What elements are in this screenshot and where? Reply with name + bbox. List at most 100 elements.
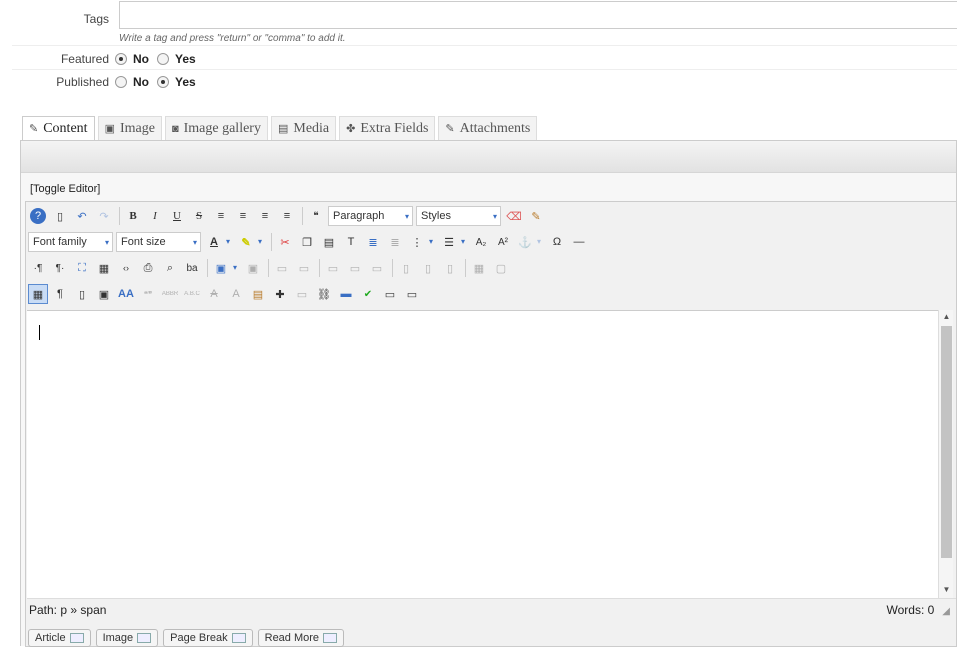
tab-extra-fields[interactable]: ✤ Extra Fields: [339, 116, 436, 140]
tab-attachments[interactable]: ✎ Attachments: [438, 116, 538, 140]
published-yes-radio[interactable]: [157, 76, 169, 88]
scroll-down-icon[interactable]: ▼: [939, 585, 954, 594]
link-icon[interactable]: ⛓: [314, 284, 334, 304]
paste-icon[interactable]: ▤: [319, 232, 339, 252]
font-size-select[interactable]: Font size ▾: [116, 232, 201, 252]
underline-icon[interactable]: U: [167, 206, 187, 226]
delete-col-icon[interactable]: ▯: [440, 258, 460, 278]
chevron-down-icon[interactable]: ▾: [233, 258, 241, 278]
cut-icon[interactable]: ✂: [275, 232, 295, 252]
layer-icon[interactable]: ✚: [270, 284, 290, 304]
attributes-icon[interactable]: ▤: [248, 284, 268, 304]
readmore-icon[interactable]: ▭: [402, 284, 422, 304]
featured-no-option[interactable]: No: [115, 52, 149, 66]
align-center-icon[interactable]: ≡: [233, 206, 253, 226]
redo-icon[interactable]: ↷: [94, 206, 114, 226]
row-before-icon[interactable]: ▭: [323, 258, 343, 278]
insert-image-icon[interactable]: ▣: [94, 284, 114, 304]
styles-select[interactable]: Styles ▾: [416, 206, 501, 226]
superscript-icon[interactable]: A²: [493, 232, 513, 252]
col-after-icon[interactable]: ▯: [418, 258, 438, 278]
format-select[interactable]: Paragraph ▾: [328, 206, 413, 226]
spellcheck-icon[interactable]: ✔: [358, 284, 378, 304]
cell-props-icon[interactable]: ▭: [294, 258, 314, 278]
table-icon[interactable]: ▣: [211, 258, 231, 278]
delete-row-icon[interactable]: ▭: [367, 258, 387, 278]
code-icon[interactable]: ‹›: [116, 258, 136, 278]
page-break-button[interactable]: Page Break: [163, 629, 253, 647]
undo-icon[interactable]: ↶: [72, 206, 92, 226]
special-char-icon[interactable]: Ω: [547, 232, 567, 252]
show-blocks-icon[interactable]: ¶: [50, 284, 70, 304]
italic-icon[interactable]: I: [145, 206, 165, 226]
chevron-down-icon[interactable]: ▾: [226, 232, 234, 252]
editor-scrollbar[interactable]: ▲ ▼: [938, 310, 953, 598]
bold-icon[interactable]: B: [123, 206, 143, 226]
rtl-icon[interactable]: ¶·: [50, 258, 70, 278]
help-icon[interactable]: ?: [30, 208, 46, 224]
cleanup-brush-icon[interactable]: ✎: [526, 206, 546, 226]
featured-yes-option[interactable]: Yes: [157, 52, 196, 66]
acronym-icon[interactable]: A.B.C: [182, 284, 202, 304]
indent-icon[interactable]: ≣: [363, 232, 383, 252]
search-icon[interactable]: ⌕: [160, 258, 180, 278]
article-button[interactable]: Article: [28, 629, 91, 647]
chevron-down-icon[interactable]: ▾: [537, 232, 545, 252]
image-button[interactable]: Image: [95, 629, 159, 647]
ins-icon[interactable]: A: [226, 284, 246, 304]
chevron-down-icon[interactable]: ▾: [258, 232, 266, 252]
published-no-radio[interactable]: [115, 76, 127, 88]
scroll-thumb[interactable]: [941, 326, 952, 558]
pagebreak-icon[interactable]: ▭: [380, 284, 400, 304]
align-right-icon[interactable]: ≡: [277, 206, 297, 226]
anchor-icon[interactable]: ⚓: [515, 232, 535, 252]
blockquote-icon[interactable]: ❝: [306, 206, 326, 226]
align-left-icon[interactable]: ≡: [255, 206, 275, 226]
abbr-icon[interactable]: ABBR: [160, 284, 180, 304]
cite-icon[interactable]: ❝❞: [138, 284, 158, 304]
preview-icon[interactable]: ▯: [72, 284, 92, 304]
highlight-color-icon[interactable]: ✎: [236, 232, 256, 252]
featured-no-radio[interactable]: [115, 53, 127, 65]
delete-table-icon[interactable]: ▣: [243, 258, 263, 278]
replace-icon[interactable]: ba: [182, 258, 202, 278]
tab-media[interactable]: ▤ Media: [270, 116, 337, 140]
outdent-icon[interactable]: ≣: [385, 232, 405, 252]
tab-image[interactable]: ▣ Image: [97, 116, 162, 140]
text-color-icon[interactable]: A: [204, 232, 224, 252]
merge-cells-icon[interactable]: ▢: [491, 258, 511, 278]
nonbreaking-icon[interactable]: ▭: [292, 284, 312, 304]
template-icon[interactable]: ▦: [94, 258, 114, 278]
visual-aid-icon[interactable]: ▦: [28, 284, 48, 304]
media-icon[interactable]: ▬: [336, 284, 356, 304]
copy-icon[interactable]: ❐: [297, 232, 317, 252]
paste-text-icon[interactable]: T: [341, 232, 361, 252]
split-cells-icon[interactable]: ▦: [469, 258, 489, 278]
horizontal-rule-icon[interactable]: —: [569, 232, 589, 252]
read-more-button[interactable]: Read More: [257, 629, 345, 647]
resize-grip-icon[interactable]: ◢: [942, 606, 950, 617]
col-before-icon[interactable]: ▯: [396, 258, 416, 278]
print-icon[interactable]: ⎙: [138, 258, 158, 278]
font-family-select[interactable]: Font family ▾: [28, 232, 113, 252]
featured-yes-radio[interactable]: [157, 53, 169, 65]
chevron-down-icon[interactable]: ▾: [429, 232, 437, 252]
editor-content-area[interactable]: [27, 310, 953, 598]
del-icon[interactable]: A: [204, 284, 224, 304]
tags-input[interactable]: [119, 1, 957, 29]
toggle-editor-link[interactable]: [Toggle Editor]: [30, 183, 100, 195]
eraser-icon[interactable]: ⌫: [504, 206, 524, 226]
row-props-icon[interactable]: ▭: [272, 258, 292, 278]
chevron-down-icon[interactable]: ▾: [461, 232, 469, 252]
subscript-icon[interactable]: A₂: [471, 232, 491, 252]
published-no-option[interactable]: No: [115, 75, 149, 89]
row-after-icon[interactable]: ▭: [345, 258, 365, 278]
tab-content[interactable]: ✎ Content: [22, 116, 95, 140]
published-yes-option[interactable]: Yes: [157, 75, 196, 89]
tab-image-gallery[interactable]: ◙ Image gallery: [164, 116, 268, 140]
bullet-list-icon[interactable]: ☰: [439, 232, 459, 252]
styles-icon[interactable]: AA: [116, 284, 136, 304]
numbered-list-icon[interactable]: ⋮: [407, 232, 427, 252]
fullscreen-icon[interactable]: ⛶: [72, 258, 92, 278]
align-justify-icon[interactable]: ≡: [211, 206, 231, 226]
